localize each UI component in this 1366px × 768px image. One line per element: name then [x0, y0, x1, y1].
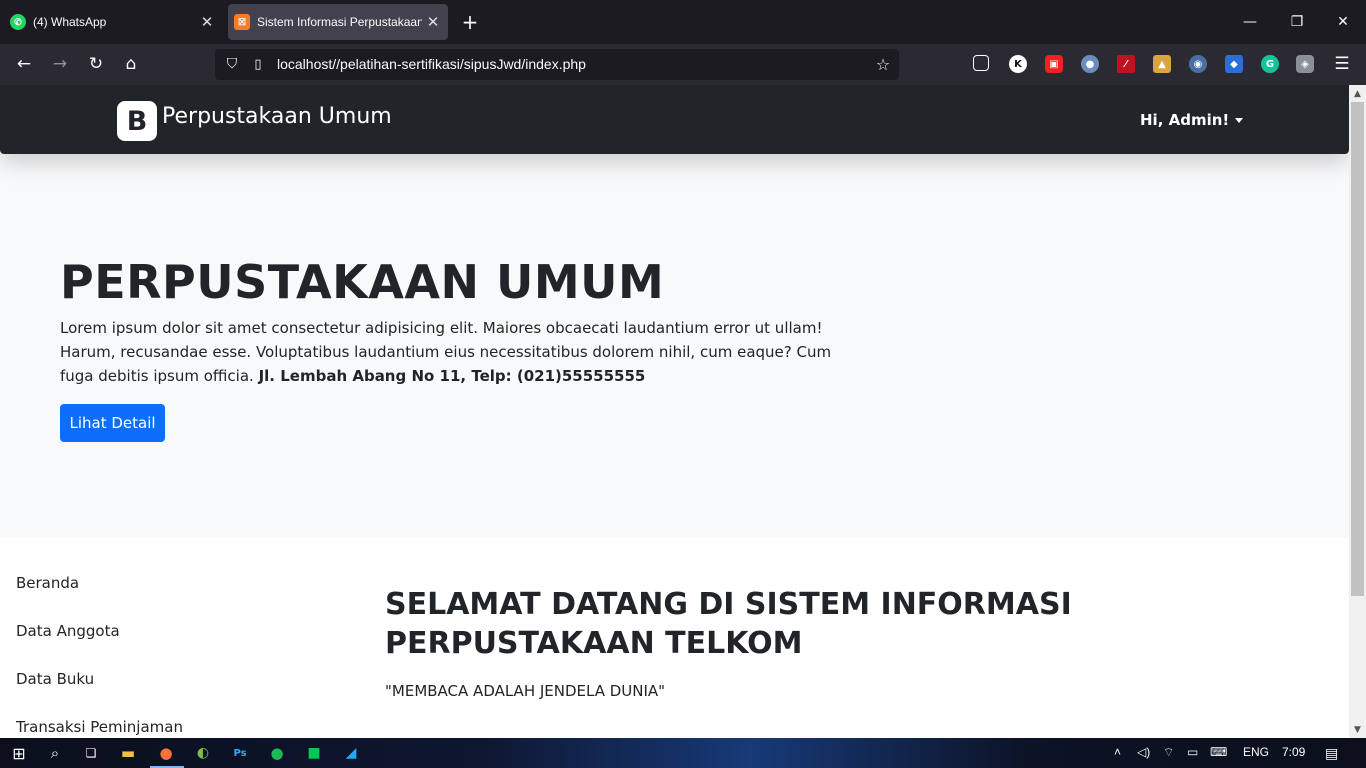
xampp-icon: ☒ [234, 14, 250, 30]
tray-chevron-icon[interactable]: ˄ [1114, 745, 1121, 759]
close-icon[interactable]: ✕ [196, 11, 218, 33]
file-explorer-icon[interactable]: ▬ [117, 742, 139, 764]
whatsapp-icon: ✆ [10, 14, 26, 30]
extension-k-icon[interactable]: K [1009, 55, 1027, 73]
page-scrollbar[interactable]: ▲ ▼ [1349, 85, 1366, 738]
task-view-icon[interactable]: ❏ [80, 742, 102, 764]
bookmark-star-icon[interactable]: ☆ [873, 54, 893, 74]
search-icon[interactable]: ⌕ [44, 742, 66, 764]
welcome-quote: "MEMBACA ADALAH JENDELA DUNIA" [385, 682, 666, 700]
windows-start-icon[interactable]: ⊞ [8, 742, 30, 764]
firefox-icon[interactable]: ● [155, 742, 177, 764]
back-button[interactable]: ← [10, 50, 38, 78]
reload-button[interactable]: ↻ [82, 50, 110, 78]
extension-wand-icon[interactable]: ⁄ [1117, 55, 1135, 73]
scroll-up-icon[interactable]: ▲ [1349, 85, 1366, 102]
lihat-detail-button[interactable]: Lihat Detail [60, 404, 165, 442]
minimize-button[interactable]: — [1236, 8, 1264, 36]
sidebar-item-beranda[interactable]: Beranda [16, 574, 79, 592]
menu-icon[interactable]: ☰ [1328, 50, 1356, 78]
user-menu-label: Hi, Admin! [1140, 111, 1230, 129]
close-icon[interactable]: ✕ [422, 11, 444, 33]
wifi-icon[interactable]: ⌔ [1163, 745, 1174, 760]
shield-icon[interactable]: ⛉ [223, 55, 241, 73]
sidebar-item-transaksi-peminjaman[interactable]: Transaksi Peminjaman [16, 718, 183, 736]
forward-button[interactable]: → [46, 50, 74, 78]
user-menu-dropdown[interactable]: Hi, Admin! [1140, 111, 1244, 129]
tab-whatsapp[interactable]: ✆ (4) WhatsApp ✕ [4, 4, 222, 40]
volume-icon[interactable]: ◁) [1137, 745, 1150, 759]
hero-title: PERPUSTAKAAN UMUM [60, 255, 665, 309]
chevron-down-icon [1235, 117, 1244, 123]
new-tab-button[interactable]: + [458, 10, 482, 34]
page-icon: ▯ [254, 56, 262, 72]
brand-name[interactable]: Perpustakaan Umum [162, 104, 392, 129]
extension-shield-icon[interactable]: ◈ [1296, 55, 1314, 73]
page-viewport: B Perpustakaan Umum Hi, Admin! PERPUSTAK… [0, 85, 1349, 738]
extension-glasses-icon[interactable]: ◉ [1189, 55, 1207, 73]
brand-logo[interactable]: B [117, 101, 157, 141]
browser-toolbar: ← → ↻ ⌂ ⛉ ▯ localhost//pelatihan-sertifi… [0, 44, 1366, 85]
close-window-button[interactable]: ✕ [1329, 8, 1357, 36]
tab-title: Sistem Informasi Perpustakaan [257, 15, 422, 29]
spotify-icon[interactable]: ● [266, 742, 288, 764]
address-bar[interactable]: ⛉ ▯ localhost//pelatihan-sertifikasi/sip… [215, 49, 899, 80]
app-icon-green[interactable]: ◐ [192, 742, 214, 764]
extension-broom-icon[interactable]: ▲ [1153, 55, 1171, 73]
tab-title: (4) WhatsApp [33, 15, 107, 29]
grammarly-icon[interactable]: G [1261, 55, 1279, 73]
windows-taskbar: ⊞ ⌕ ❏ ▬ ● ◐ Ps ● ■ ◢ ˄ ◁) ⌔ ▭ ⌨ ENG 7:09… [0, 738, 1366, 768]
site-navbar: B Perpustakaan Umum Hi, Admin! [0, 85, 1349, 154]
welcome-title: SELAMAT DATANG DI SISTEM INFORMASI PERPU… [385, 587, 1072, 661]
scroll-down-icon[interactable]: ▼ [1349, 721, 1366, 738]
clock[interactable]: 7:09 [1282, 745, 1305, 759]
restore-button[interactable]: ❐ [1283, 8, 1311, 36]
hero-description: Lorem ipsum dolor sit amet consectetur a… [60, 316, 860, 388]
keyboard-icon[interactable]: ⌨ [1210, 745, 1227, 759]
extension-hat-icon[interactable]: ◆ [1225, 55, 1243, 73]
hero-address: Jl. Lembah Abang No 11, Telp: (021)55555… [258, 367, 646, 385]
home-button[interactable]: ⌂ [117, 50, 145, 78]
photoshop-icon[interactable]: Ps [229, 742, 251, 764]
extension-user-icon[interactable]: ● [1081, 55, 1099, 73]
sidebar-item-data-buku[interactable]: Data Buku [16, 670, 94, 688]
notification-icon[interactable]: ▤ [1325, 745, 1338, 762]
line-icon[interactable]: ■ [303, 742, 325, 764]
browser-tab-strip: ✆ (4) WhatsApp ✕ ☒ Sistem Informasi Perp… [0, 0, 1366, 44]
scroll-thumb[interactable] [1351, 102, 1364, 596]
pocket-icon[interactable] [973, 55, 989, 71]
tab-sistem-informasi-perpustakaan[interactable]: ☒ Sistem Informasi Perpustakaan ✕ [228, 4, 448, 40]
language-indicator[interactable]: ENG [1243, 745, 1269, 759]
vscode-icon[interactable]: ◢ [340, 742, 362, 764]
extension-lock-icon[interactable]: ▣ [1045, 55, 1063, 73]
url-text[interactable]: localhost//pelatihan-sertifikasi/sipusJw… [277, 56, 586, 72]
hero-section: PERPUSTAKAAN UMUM Lorem ipsum dolor sit … [0, 154, 1349, 538]
battery-icon[interactable]: ▭ [1187, 745, 1198, 759]
sidebar-item-data-anggota[interactable]: Data Anggota [16, 622, 120, 640]
